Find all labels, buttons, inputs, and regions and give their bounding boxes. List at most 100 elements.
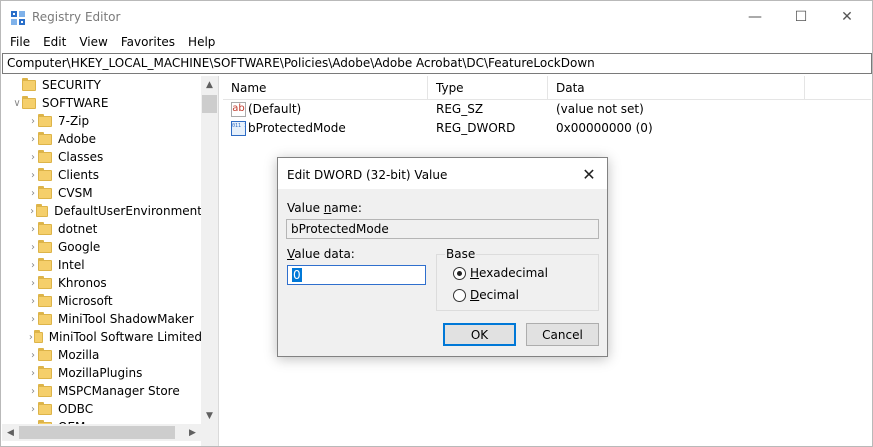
value-data-label: Value data: xyxy=(287,247,355,261)
value-name: (Default) xyxy=(248,102,302,116)
tree-item[interactable]: ∨ SOFTWARE xyxy=(2,94,202,112)
folder-icon xyxy=(38,167,52,181)
close-icon: ✕ xyxy=(582,164,596,184)
base-group: Base Hexadecimal Decimal xyxy=(436,247,599,311)
chevron-right-icon[interactable]: › xyxy=(28,364,38,382)
chevron-right-icon[interactable]: › xyxy=(28,166,38,184)
menu-edit[interactable]: Edit xyxy=(36,34,72,53)
window-title: Registry Editor xyxy=(32,10,121,24)
menu-help[interactable]: Help xyxy=(181,34,221,53)
minimize-icon: — xyxy=(748,9,762,25)
tree-item[interactable]: SECURITY xyxy=(2,76,202,94)
tree-item-label: dotnet xyxy=(58,222,98,236)
tree-vertical-scrollbar[interactable]: ▲ ▼ xyxy=(201,76,218,446)
maximize-button[interactable]: ☐ xyxy=(778,1,824,33)
chevron-right-icon[interactable]: › xyxy=(28,220,38,238)
tree-item[interactable]: › DefaultUserEnvironment xyxy=(2,202,202,220)
folder-icon xyxy=(38,239,52,253)
chevron-right-icon[interactable]: › xyxy=(28,202,36,220)
tree-item-label: ODBC xyxy=(58,402,94,416)
tree-item-label: MiniTool Software Limited xyxy=(48,330,202,344)
tree-item[interactable]: › 7-Zip xyxy=(2,112,202,130)
menu-view[interactable]: View xyxy=(72,34,113,53)
chevron-right-icon[interactable]: › xyxy=(28,130,38,148)
decimal-radio[interactable]: Decimal xyxy=(453,288,519,302)
hexadecimal-radio[interactable]: Hexadecimal xyxy=(453,266,548,280)
scroll-down-icon[interactable]: ▼ xyxy=(201,407,218,424)
tree-item[interactable]: › CVSM xyxy=(2,184,202,202)
folder-icon xyxy=(38,275,52,289)
tree-vertical-scroll-thumb[interactable] xyxy=(202,95,217,113)
tree-item-label: CVSM xyxy=(58,186,93,200)
close-button[interactable]: ✕ xyxy=(824,1,870,33)
menu-favorites[interactable]: Favorites xyxy=(114,34,181,53)
folder-icon xyxy=(38,293,52,307)
chevron-right-icon[interactable]: › xyxy=(28,328,34,346)
tree-item[interactable]: › Google xyxy=(2,238,202,256)
tree-item[interactable]: › MiniTool ShadowMaker xyxy=(2,310,202,328)
tree-item-label: MiniTool ShadowMaker xyxy=(58,312,194,326)
column-header-name[interactable]: Name xyxy=(223,76,428,100)
chevron-right-icon[interactable]: › xyxy=(28,346,38,364)
tree-item[interactable]: › Mozilla xyxy=(2,346,202,364)
tree-item-label: SOFTWARE xyxy=(42,96,109,110)
folder-icon xyxy=(38,365,52,379)
tree-item-label: Adobe xyxy=(58,132,96,146)
chevron-right-icon[interactable]: › xyxy=(28,238,38,256)
tree-horizontal-scroll-thumb[interactable] xyxy=(19,426,175,439)
list-header: Name Type Data xyxy=(223,76,871,100)
cancel-button[interactable]: Cancel xyxy=(526,323,599,346)
value-name: bProtectedMode xyxy=(248,121,346,135)
base-label: Base xyxy=(445,247,477,261)
tree-item[interactable]: › Classes xyxy=(2,148,202,166)
tree-item[interactable]: › MSPCManager Store xyxy=(2,382,202,400)
address-bar[interactable]: Computer\HKEY_LOCAL_MACHINE\SOFTWARE\Pol… xyxy=(2,53,872,74)
tree-item[interactable]: › Clients xyxy=(2,166,202,184)
ok-button[interactable]: OK xyxy=(443,323,516,346)
chevron-right-icon[interactable] xyxy=(12,76,22,94)
chevron-down-icon[interactable]: ∨ xyxy=(12,94,22,112)
title-bar[interactable]: Registry Editor — ☐ ✕ xyxy=(1,1,872,33)
radio-unselected-icon xyxy=(453,288,466,302)
menu-file[interactable]: File xyxy=(1,34,36,53)
dialog-title: Edit DWORD (32-bit) Value xyxy=(287,168,448,182)
tree-item-label: Microsoft xyxy=(58,294,113,308)
folder-icon xyxy=(38,185,52,199)
tree-item[interactable]: › Intel xyxy=(2,256,202,274)
tree-item-label: Google xyxy=(58,240,101,254)
chevron-right-icon[interactable]: › xyxy=(28,112,38,130)
tree-item[interactable]: › Adobe xyxy=(2,130,202,148)
chevron-right-icon[interactable]: › xyxy=(28,400,38,418)
scroll-left-icon[interactable]: ◀ xyxy=(2,424,19,441)
folder-icon xyxy=(38,401,52,415)
chevron-right-icon[interactable]: › xyxy=(28,256,38,274)
chevron-right-icon[interactable]: › xyxy=(28,292,38,310)
tree-item[interactable]: › dotnet xyxy=(2,220,202,238)
dialog-close-button[interactable]: ✕ xyxy=(576,163,602,185)
scroll-up-icon[interactable]: ▲ xyxy=(201,76,218,93)
column-header-type[interactable]: Type xyxy=(428,76,548,100)
list-row[interactable]: 011 110 bProtectedMode REG_DWORD 0x00000… xyxy=(223,119,871,138)
chevron-right-icon[interactable]: › xyxy=(28,310,38,328)
tree-horizontal-scrollbar[interactable]: ◀ ▶ xyxy=(2,424,201,441)
value-data-input[interactable]: 0 xyxy=(287,265,426,285)
tree-item-label: Classes xyxy=(58,150,104,164)
column-header-data[interactable]: Data xyxy=(548,76,805,100)
tree-item[interactable]: › ODBC xyxy=(2,400,202,418)
chevron-right-icon[interactable]: › xyxy=(28,382,38,400)
minimize-button[interactable]: — xyxy=(732,1,778,33)
tree-item[interactable]: › MiniTool Software Limited xyxy=(2,328,202,346)
tree-item-label: Clients xyxy=(58,168,99,182)
chevron-right-icon[interactable]: › xyxy=(28,184,38,202)
chevron-right-icon[interactable]: › xyxy=(28,274,38,292)
list-row[interactable]: ab (Default) REG_SZ (value not set) xyxy=(223,100,871,119)
tree-item[interactable]: › Khronos xyxy=(2,274,202,292)
tree-item[interactable]: › MozillaPlugins xyxy=(2,364,202,382)
registry-editor-icon xyxy=(11,11,25,25)
chevron-right-icon[interactable]: › xyxy=(28,148,38,166)
tree-item[interactable]: › Microsoft xyxy=(2,292,202,310)
scroll-right-icon[interactable]: ▶ xyxy=(184,424,201,441)
folder-icon xyxy=(38,257,52,271)
tree-item-label: MSPCManager Store xyxy=(58,384,180,398)
tree-item-label: 7-Zip xyxy=(58,114,90,128)
